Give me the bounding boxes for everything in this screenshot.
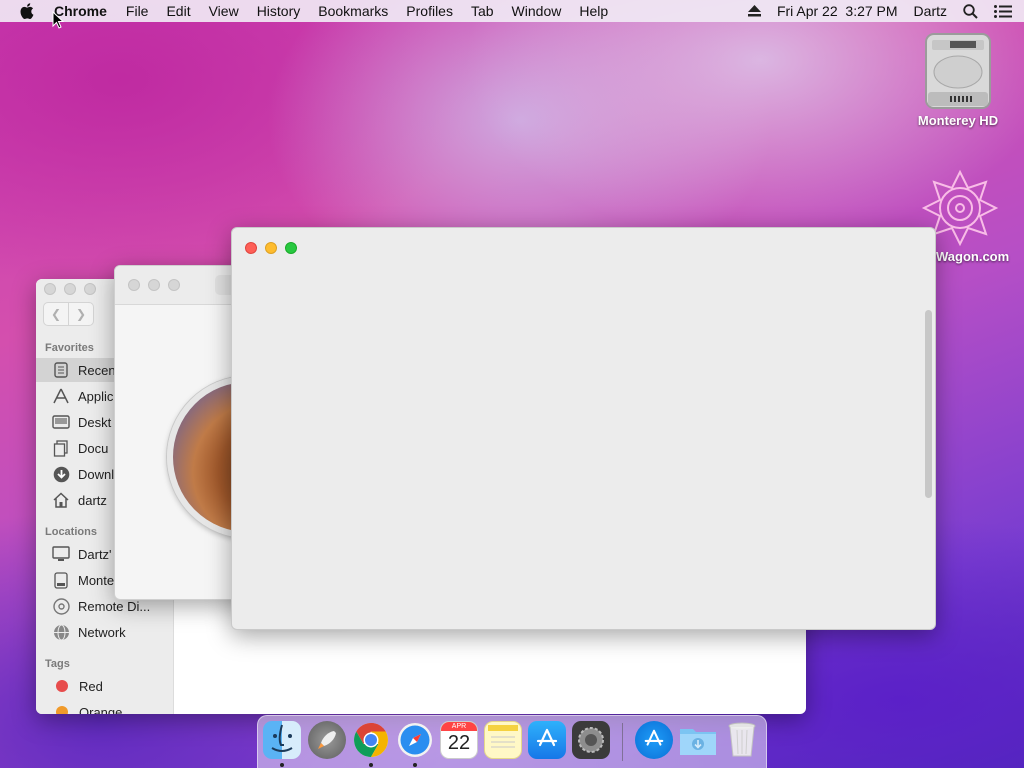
recents-icon [52,361,70,379]
menu-window[interactable]: Window [512,3,562,19]
home-icon [52,491,70,509]
running-indicator [413,763,417,767]
sidebar-item-label: Monte [78,572,115,588]
trash-icon[interactable] [723,721,761,759]
vertical-scrollbar[interactable] [925,310,932,498]
menu-help[interactable]: Help [579,3,608,19]
finder-traffic-lights [44,283,104,295]
desktop-icon-monterey-hd[interactable]: Monterey HD [908,30,1008,128]
sidebar-item-label: Deskt [78,414,112,430]
downloads-icon [52,465,70,483]
mouse-cursor-icon [52,11,64,29]
computer-icon [52,545,70,563]
desktop-folder-icon [52,413,70,431]
menu-profiles[interactable]: Profiles [406,3,453,19]
spotlight-search-icon[interactable] [963,3,978,19]
menubar-clock[interactable]: Fri Apr 22 3:27 PM [777,3,898,19]
finder-nav-buttons: ❮ ❯ [43,302,94,326]
launchpad-rocket-icon[interactable] [308,721,346,759]
menu-bookmarks[interactable]: Bookmarks [318,3,388,19]
finder-dock-icon[interactable] [263,721,301,759]
disc-icon [52,597,70,615]
menubar-user[interactable]: Dartz [914,3,947,19]
running-indicator [280,763,284,767]
sidebar-item-label: Remote Di... [78,598,151,614]
orange-tag-dot-icon [56,706,68,714]
menubar-status-area: Fri Apr 22 3:27 PM Dartz [732,3,1012,19]
running-indicator [369,763,373,767]
sidebar-header-tags: Tags [45,658,70,670]
forward-chevron-icon[interactable]: ❯ [69,302,94,326]
calendar-month: APR [441,722,477,731]
chrome-dock-icon[interactable] [352,721,390,759]
menu-tab[interactable]: Tab [471,3,494,19]
sidebar-item-label: Applic [78,388,114,404]
eject-icon[interactable] [747,5,761,17]
desktop-icon-label: Wagon.com [936,249,1010,264]
minimize-button[interactable] [148,279,160,291]
drive-icon [52,571,70,589]
sidebar-item-label: dartz [78,492,107,508]
network-globe-icon [52,623,70,641]
downloads-folder-icon[interactable] [679,721,717,759]
dock-separator [622,723,623,761]
sidebar-item-label: Docu [78,440,109,456]
applications-icon [52,387,70,405]
menu-view[interactable]: View [209,3,239,19]
calendar-day: 22 [447,732,471,754]
sidebar-item-label: Downl [78,466,115,482]
sidebar-item-label: Red [79,678,103,694]
notes-dock-icon[interactable] [484,721,522,759]
close-button[interactable] [245,242,257,254]
hard-drive-icon [925,33,991,109]
app-store-download-icon[interactable] [635,721,673,759]
menu-edit[interactable]: Edit [166,3,190,19]
safari-compass-icon[interactable] [396,721,434,759]
control-center-list-icon[interactable] [994,4,1012,18]
dock: APR 22 [257,715,767,768]
close-button[interactable] [44,283,56,295]
red-tag-dot-icon [56,680,68,692]
sidebar-item-network[interactable]: Network [36,620,173,644]
zoom-button[interactable] [168,279,180,291]
minimize-button[interactable] [265,242,277,254]
menu-bar: Chrome File Edit View History Bookmarks … [0,0,1024,22]
sidebar-item-label: Orange [79,704,123,715]
documents-icon [52,439,70,457]
sidebar-item-tag-red[interactable]: Red [36,674,173,698]
blank-window[interactable] [231,227,936,630]
minimize-button[interactable] [64,283,76,295]
zoom-button[interactable] [84,283,96,295]
sidebar-item-label: Recen [78,362,116,378]
close-button[interactable] [128,279,140,291]
app-store-icon[interactable] [528,721,566,759]
apple-menu-icon[interactable] [20,3,34,19]
menu-history[interactable]: History [257,3,301,19]
sidebar-item-label: Network [78,624,126,640]
sidebar-header-locations: Locations [45,526,97,538]
menu-file[interactable]: File [126,3,149,19]
system-preferences-gear-icon[interactable] [572,721,610,759]
calendar-dock-icon[interactable]: APR 22 [440,721,478,759]
installer-traffic-lights [128,279,188,291]
sidebar-header-favorites: Favorites [45,342,94,354]
desktop-icon-label: Monterey HD [917,113,999,128]
sidebar-item-label: Dartz' [78,546,112,562]
back-chevron-icon[interactable]: ❮ [43,302,69,326]
sidebar-item-tag-orange[interactable]: Orange [36,700,173,714]
window-traffic-lights [245,242,305,254]
zoom-button[interactable] [285,242,297,254]
